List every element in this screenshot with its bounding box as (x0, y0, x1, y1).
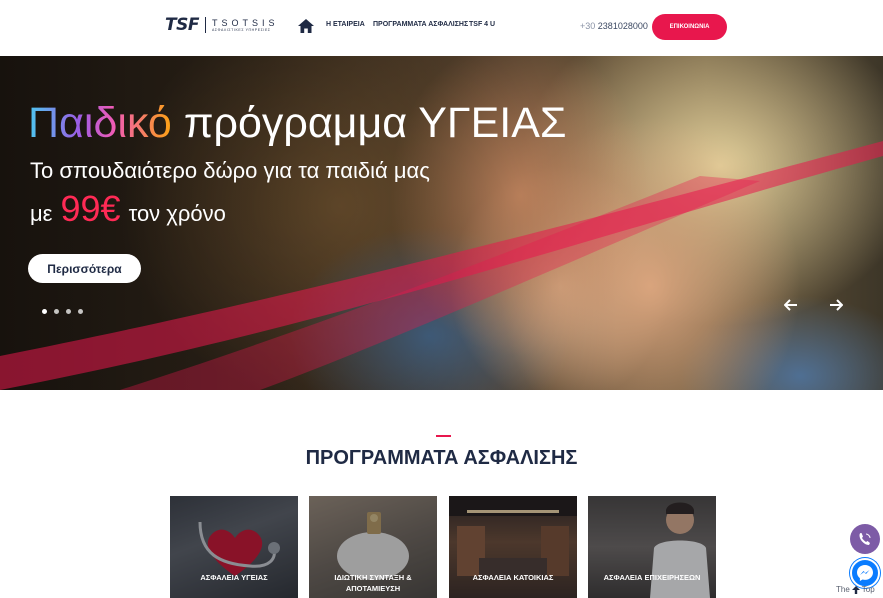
slider-dot[interactable] (78, 309, 83, 314)
nav-tsf4u[interactable]: TSF 4 U (469, 21, 495, 28)
card-business-insurance[interactable]: ΑΣΦΑΛΕΙΑ ΕΠΙΧΕΙΡΗΣΕΩΝ (588, 496, 716, 598)
messenger-icon (857, 565, 873, 581)
phone-number: 2381028000 (597, 21, 648, 31)
card-home-insurance[interactable]: ΑΣΦΑΛΕΙΑ ΚΑΤΟΙΚΙΑΣ (449, 496, 577, 598)
card-label: ΑΣΦΑΛΕΙΑ ΥΓΕΙΑΣ (200, 573, 268, 582)
phone-prefix: +30 (580, 21, 596, 31)
phone-link[interactable]: +30 2381028000 (580, 21, 648, 31)
card-label: ΑΣΦΑΛΕΙΑ ΚΑΤΟΙΚΙΑΣ (472, 573, 554, 582)
card-label-line2: ΑΠΟΤΑΜΙΕΥΣΗ (345, 584, 401, 593)
card-health-insurance[interactable]: ΑΣΦΑΛΕΙΑ ΥΓΕΙΑΣ (170, 496, 298, 598)
slider-dots (42, 309, 83, 314)
card-private-pension[interactable]: ΙΔΙΩΤΙΚΗ ΣΥΝΤΑΞΗ & ΑΠΟΤΑΜΙΕΥΣΗ (309, 496, 437, 598)
card-label: ΑΣΦΑΛΕΙΑ ΕΠΙΧΕΙΡΗΣΕΩΝ (603, 573, 701, 582)
arrow-right-icon[interactable] (829, 298, 843, 312)
hero-title-highlight: Παιδικό (28, 99, 172, 147)
hero-title: Παιδικό πρόγραμμα ΥΓΕΙΑΣ (28, 100, 567, 146)
to-top-label-left: The (836, 585, 850, 594)
to-top-label-right: Top (861, 585, 875, 594)
home-icon[interactable] (298, 19, 314, 33)
site-header: TSF TSOTSIS ΑΣΦΑΛΙΣΤΙΚΕΣ ΥΠΗΡΕΣΙΕΣ Η ΕΤΑ… (0, 0, 883, 56)
viber-button[interactable] (850, 524, 880, 554)
card-label: ΙΔΙΩΤΙΚΗ ΣΥΝΤΑΞΗ & (334, 573, 412, 582)
section-accent-line (436, 435, 451, 437)
logo-divider (204, 17, 206, 33)
arrow-up-icon (851, 585, 860, 594)
messenger-button[interactable] (850, 558, 880, 588)
hero-price-suffix: τον χρόνο (128, 201, 226, 226)
logo-name: TSOTSIS (211, 17, 279, 28)
slider-dot[interactable] (54, 309, 59, 314)
hero-price-prefix: με (30, 201, 53, 226)
nav-insurance-programs[interactable]: ΠΡΟΓΡΑΜΜΑΤΑ ΑΣΦΑΛΙΣΗΣ (373, 21, 468, 28)
more-button[interactable]: Περισσότερα (28, 254, 141, 283)
slider-dot[interactable] (42, 309, 47, 314)
hero-slider: Παιδικό πρόγραμμα ΥΓΕΙΑΣ Το σπουδαιότερο… (0, 56, 883, 390)
logo-tagline: ΑΣΦΑΛΙΣΤΙΚΕΣ ΥΠΗΡΕΣΙΕΣ (211, 27, 271, 32)
slider-dot[interactable] (66, 309, 71, 314)
section-title: ΠΡΟΓΡΑΜΜΑΤΑ ΑΣΦΑΛΙΣΗΣ (305, 447, 578, 469)
contact-button[interactable]: ΕΠΙΚΟΙΝΩΝΙΑ (652, 14, 727, 40)
viber-icon (859, 533, 871, 545)
hero-title-rest: πρόγραμμα ΥΓΕΙΑΣ (183, 99, 567, 147)
hero-price-amount: 99€ (60, 188, 121, 229)
hero-price-line: με 99€ τον χρόνο (30, 188, 226, 230)
nav-company[interactable]: Η ΕΤΑΙΡΕΙΑ (326, 21, 365, 28)
hero-subtitle: Το σπουδαιότερο δώρο για τα παιδιά μας (30, 158, 430, 183)
logo[interactable]: TSF TSOTSIS ΑΣΦΑΛΙΣΤΙΚΕΣ ΥΠΗΡΕΣΙΕΣ (165, 15, 278, 35)
arrow-left-icon[interactable] (784, 298, 798, 312)
logo-mark: TSF (165, 15, 199, 35)
back-to-top[interactable]: The Top (836, 585, 875, 594)
